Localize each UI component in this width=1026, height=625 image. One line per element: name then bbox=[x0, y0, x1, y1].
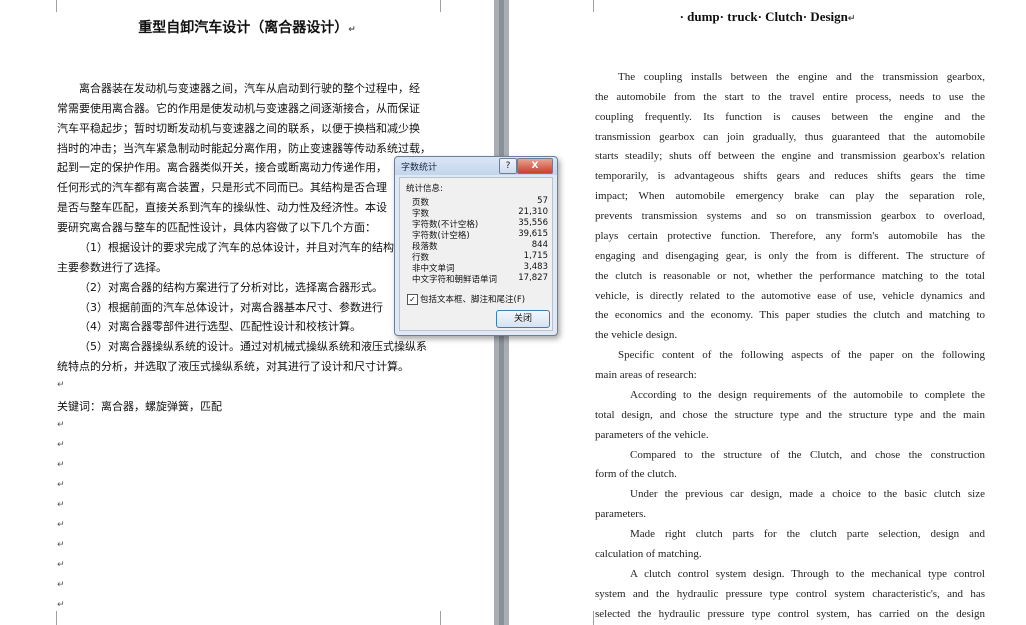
crop-mark bbox=[579, 611, 594, 625]
crop-mark bbox=[42, 0, 57, 12]
chinese-title: 重型自卸汽车设计（离合器设计）↵ bbox=[138, 20, 356, 36]
paragraph-mark: ↵ bbox=[57, 580, 65, 590]
stat-row: 字符数(计空格) 39,615 bbox=[412, 229, 548, 241]
text-line: A clutch control system design. Through … bbox=[630, 568, 985, 580]
text-line: parameters. bbox=[595, 508, 646, 520]
text-line: 要研究离合器与整车的匹配性设计，具体内容做了以下几个方面： bbox=[57, 221, 376, 234]
text-line: the clutch is reasonable or not, whether… bbox=[595, 270, 985, 282]
text-line: impact; When automobile emergency brake … bbox=[595, 190, 985, 202]
text-line: （1）根据设计的要求完成了汽车的总体设计，并且对汽车的结构 bbox=[79, 241, 394, 254]
text-line: plays certain protective function. There… bbox=[595, 230, 985, 242]
text-line: the vehicle design. bbox=[595, 329, 678, 341]
stat-value: 21,310 bbox=[518, 207, 548, 217]
text-line: 是否与整车匹配，直接关系到汽车的操纵性、动力性及经济性。本设 bbox=[57, 201, 387, 214]
text-line: 汽车平稳起步；暂时切断发动机与变速器之间的联系，以便于换档和减少换 bbox=[57, 122, 420, 135]
text-line: vehicle, is directly related to the auto… bbox=[595, 290, 985, 302]
word-count-dialog: 字数统计 ? X 统计信息: 页数 57 字数 21,310 字符数(不计空格)… bbox=[394, 156, 558, 336]
text-line: temporarily, is advantageous shifts gear… bbox=[595, 170, 985, 182]
paragraph-mark: ↵ bbox=[57, 560, 65, 570]
stat-value: 17,827 bbox=[518, 273, 548, 283]
text-line: The coupling installs between the engine… bbox=[618, 71, 985, 83]
crop-mark bbox=[440, 0, 455, 12]
paragraph-mark: ↵ bbox=[57, 460, 65, 470]
text-line: engaging and disengaging gear, is only t… bbox=[595, 250, 985, 262]
text-line: coupling frequently. Its function is cau… bbox=[595, 111, 985, 123]
stat-value: 1,715 bbox=[523, 251, 548, 261]
text-line: the economics and the economy. This pape… bbox=[595, 309, 985, 321]
text-line: form of the clutch. bbox=[595, 468, 677, 480]
text-line: （2）对离合器的结构方案进行了分析对比，选择离合器形式。 bbox=[79, 281, 383, 294]
text-line: 离合器装在发动机与变速器之间，汽车从启动到行驶的整个过程中，经 bbox=[79, 82, 420, 95]
text-line: transmission gearbox can join gradually,… bbox=[595, 131, 985, 143]
paragraph-mark: ↵ bbox=[57, 540, 65, 550]
text-line: the automobile from the start to the tra… bbox=[595, 91, 985, 103]
stat-row: 行数 1,715 bbox=[412, 251, 548, 263]
text-line: 起到一定的保护作用。离合器类似开关，接合或断离动力传递作用， bbox=[57, 161, 387, 174]
stat-value: 3,483 bbox=[523, 262, 548, 272]
text-line: （4）对离合器零部件进行选型、匹配性设计和校核计算。 bbox=[79, 320, 361, 333]
dialog-title: 字数统计 bbox=[401, 163, 438, 173]
text-line: Specific content of the following aspect… bbox=[618, 349, 985, 361]
stat-value: 35,556 bbox=[518, 218, 548, 228]
text-line: Under the previous car design, made a ch… bbox=[630, 488, 985, 500]
text-line: total design, and chose the structure ty… bbox=[595, 409, 985, 421]
text-line: （5）对离合器操纵系统的设计。通过对机械式操纵系统和液压式操纵系 bbox=[79, 340, 427, 353]
crop-mark bbox=[42, 611, 57, 625]
close-button[interactable]: 关闭 bbox=[496, 310, 550, 328]
stat-row: 页数 57 bbox=[412, 196, 548, 208]
text-line: 挡时的冲击；当汽车紧急制动时能起分离作用，防止变速器等传动系统过载， bbox=[57, 142, 431, 155]
stat-row: 非中文单词 3,483 bbox=[412, 262, 548, 274]
text-line: system and the hydraulic pressure type c… bbox=[595, 588, 985, 600]
document-page-english: · dump· truck· Clutch· Design↵ The coupl… bbox=[509, 0, 1026, 625]
text-line: 统特点的分析，并选取了液压式操纵系统，对其进行了设计和尺寸计算。 bbox=[57, 360, 409, 373]
text-line: Made right clutch parts for the clutch p… bbox=[630, 528, 985, 540]
text-line: 任何形式的汽车都有离合装置，只是形式不同而已。其结构是否合理 bbox=[57, 181, 387, 194]
stat-value: 39,615 bbox=[518, 229, 548, 239]
text-line: prevents transmission systems and so on … bbox=[595, 210, 985, 222]
paragraph-mark: ↵ bbox=[57, 440, 65, 450]
dialog-body: 统计信息: 页数 57 字数 21,310 字符数(不计空格) 35,556 字… bbox=[399, 177, 553, 331]
text-line: parameters of the vehicle. bbox=[595, 429, 709, 441]
stat-row: 字数 21,310 bbox=[412, 207, 548, 219]
paragraph-mark: ↵ bbox=[57, 420, 65, 430]
help-button[interactable]: ? bbox=[499, 158, 517, 174]
stat-value: 57 bbox=[537, 196, 548, 206]
text-line: （3）根据前面的汽车总体设计，对离合器基本尺寸、参数进行 bbox=[79, 301, 383, 314]
stat-value: 844 bbox=[531, 240, 548, 250]
dialog-titlebar[interactable]: 字数统计 ? X bbox=[395, 157, 557, 175]
text-line: 主要参数进行了选择。 bbox=[57, 261, 167, 274]
stat-label: 中文字符和朝鲜语单词 bbox=[412, 275, 498, 285]
paragraph-mark: ↵ bbox=[57, 380, 65, 390]
text-line: selected the hydraulic pressure type con… bbox=[595, 608, 985, 620]
text-line: main areas of research: bbox=[595, 369, 697, 381]
english-title: · dump· truck· Clutch· Design↵ bbox=[679, 9, 856, 24]
paragraph-mark: ↵ bbox=[57, 520, 65, 530]
keywords-line: 关键词：离合器，螺旋弹簧，匹配 bbox=[57, 400, 222, 413]
text-line: 常需要使用离合器。它的作用是使发动机与变速器之间逐渐接合，从而保证 bbox=[57, 102, 420, 115]
text-line: Compared to the structure of the Clutch,… bbox=[630, 449, 985, 461]
paragraph-mark: ↵ bbox=[57, 480, 65, 490]
statistics-label: 统计信息: bbox=[406, 184, 443, 194]
include-textboxes-checkbox[interactable]: ✓ bbox=[407, 294, 418, 305]
include-textboxes-label[interactable]: 包括文本框、脚注和尾注(F) bbox=[420, 293, 525, 305]
stat-row: 中文字符和朝鲜语单词 17,827 bbox=[412, 273, 548, 285]
text-line: starts steadily; shuts off between the e… bbox=[595, 150, 985, 162]
paragraph-mark: ↵ bbox=[57, 500, 65, 510]
text-line: According to the design requirements of … bbox=[630, 389, 985, 401]
paragraph-mark: ↵ bbox=[57, 600, 65, 610]
stat-row: 字符数(不计空格) 35,556 bbox=[412, 218, 548, 230]
close-icon[interactable]: X bbox=[517, 158, 553, 174]
text-line: calculation of matching. bbox=[595, 548, 702, 560]
crop-mark bbox=[440, 611, 455, 625]
stat-row: 段落数 844 bbox=[412, 240, 548, 252]
